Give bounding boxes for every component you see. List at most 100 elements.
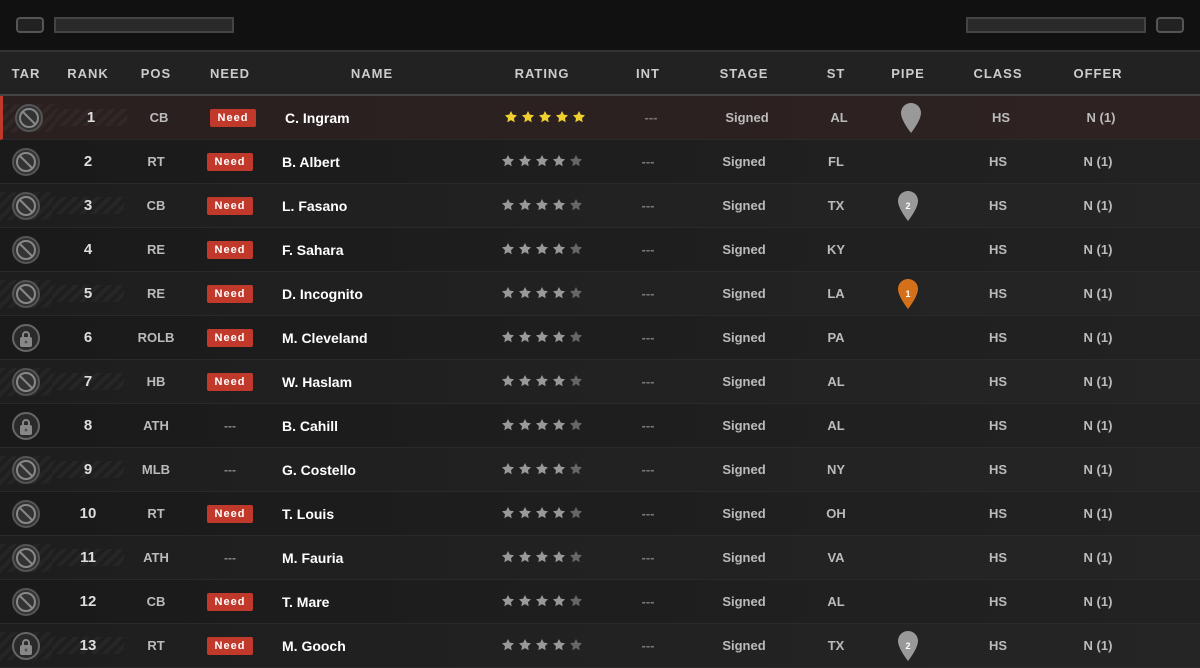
target-icon [12,280,40,308]
table-row[interactable]: 3 CB Need L. Fasano --- Signed [0,184,1200,228]
cell-need: Need [188,505,272,523]
col-name: NAME [272,66,472,81]
cell-rating [472,462,612,478]
cell-rank: 11 [52,549,124,566]
cell-name: W. Haslam [272,374,472,390]
cell-offer: N (1) [1048,286,1148,301]
cell-st: AL [804,374,868,389]
star-2 [517,242,533,258]
star-1 [500,550,516,566]
cell-rating [472,594,612,610]
table-row[interactable]: 5 RE Need D. Incognito --- Signed [0,272,1200,316]
cell-tar [0,632,52,660]
cell-int: --- [612,242,684,257]
cell-need: Need [188,637,272,655]
star-3 [534,506,550,522]
table-row[interactable]: 12 CB Need T. Mare --- Signed A [0,580,1200,624]
star-4 [551,330,567,346]
star-4 [551,154,567,170]
star-2 [517,374,533,390]
cell-need: Need [188,329,272,347]
table-row[interactable]: 11 ATH --- M. Fauria --- Signed [0,536,1200,580]
star-2 [517,506,533,522]
star-1 [500,506,516,522]
star-2 [517,154,533,170]
cell-need: --- [188,551,272,565]
col-tar: TAR [0,66,52,81]
cell-pos: MLB [124,462,188,477]
col-class: CLASS [948,66,1048,81]
target-icon [12,368,40,396]
table-row[interactable]: 13 RT Need M. Gooch --- Signed [0,624,1200,668]
left-filter[interactable] [54,17,234,33]
cell-tar [0,324,52,352]
cell-stage: Signed [684,198,804,213]
star-4 [551,550,567,566]
cell-pipe: 2 [868,631,948,661]
target-icon [12,148,40,176]
target-icon [12,236,40,264]
cell-int: --- [612,330,684,345]
star-5 [568,198,584,214]
cell-offer: N (1) [1048,418,1148,433]
cell-int: --- [612,198,684,213]
need-badge: Need [207,505,254,523]
cell-pos: RT [124,506,188,521]
cell-stage: Signed [684,506,804,521]
star-2 [517,462,533,478]
cell-pos: CB [124,198,188,213]
cell-offer: N (1) [1048,506,1148,521]
table-row[interactable]: 6 ROLB Need M. Cleveland --- Signed [0,316,1200,360]
star-5 [568,594,584,610]
star-2 [517,198,533,214]
svg-text:1: 1 [905,288,910,298]
cell-stage: Signed [684,242,804,257]
cell-stage: Signed [684,330,804,345]
star-4 [551,594,567,610]
cell-rating [472,242,612,258]
cell-need: Need [188,197,272,215]
cell-need: Need [188,285,272,303]
cell-pos: HB [124,374,188,389]
star-5 [568,374,584,390]
cell-need: Need [188,241,272,259]
star-3 [534,594,550,610]
need-badge: Need [207,593,254,611]
table-row[interactable]: 4 RE Need F. Sahara --- Signed [0,228,1200,272]
cell-class: HS [948,330,1048,345]
cell-name: M. Fauria [272,550,472,566]
cell-stage: Signed [684,462,804,477]
cell-st: PA [804,330,868,345]
cell-st: KY [804,242,868,257]
star-5 [568,286,584,302]
target-icon [12,588,40,616]
cell-class: HS [948,374,1048,389]
cell-st: AL [804,418,868,433]
cell-class: HS [948,242,1048,257]
r2-button[interactable] [1156,17,1184,33]
cell-pos: ROLB [124,330,188,345]
table-row[interactable]: 8 ATH --- B. Cahill --- Signed [0,404,1200,448]
cell-pos: RE [124,286,188,301]
cell-tar [0,588,52,616]
right-filter[interactable] [966,17,1146,33]
target-icon [12,192,40,220]
table-row[interactable]: 7 HB Need W. Haslam --- Signed [0,360,1200,404]
cell-tar [0,368,52,396]
table-row[interactable]: 2 RT Need B. Albert --- Signed [0,140,1200,184]
cell-int: --- [612,550,684,565]
cell-pipe: 1 [868,279,948,309]
cell-need: Need [188,593,272,611]
star-3 [534,462,550,478]
table-body: 1 CB Need C. Ingram --- Signed [0,96,1200,668]
table-row[interactable]: 1 CB Need C. Ingram --- Signed [0,96,1200,140]
table-row[interactable]: 9 MLB --- G. Costello --- Signed [0,448,1200,492]
table-row[interactable]: 10 RT Need T. Louis --- Signed [0,492,1200,536]
cell-stage: Signed [684,154,804,169]
col-st: ST [804,66,868,81]
star-4 [551,198,567,214]
star-5 [568,550,584,566]
star-5 [568,418,584,434]
star-2 [517,594,533,610]
l2-button[interactable] [16,17,44,33]
